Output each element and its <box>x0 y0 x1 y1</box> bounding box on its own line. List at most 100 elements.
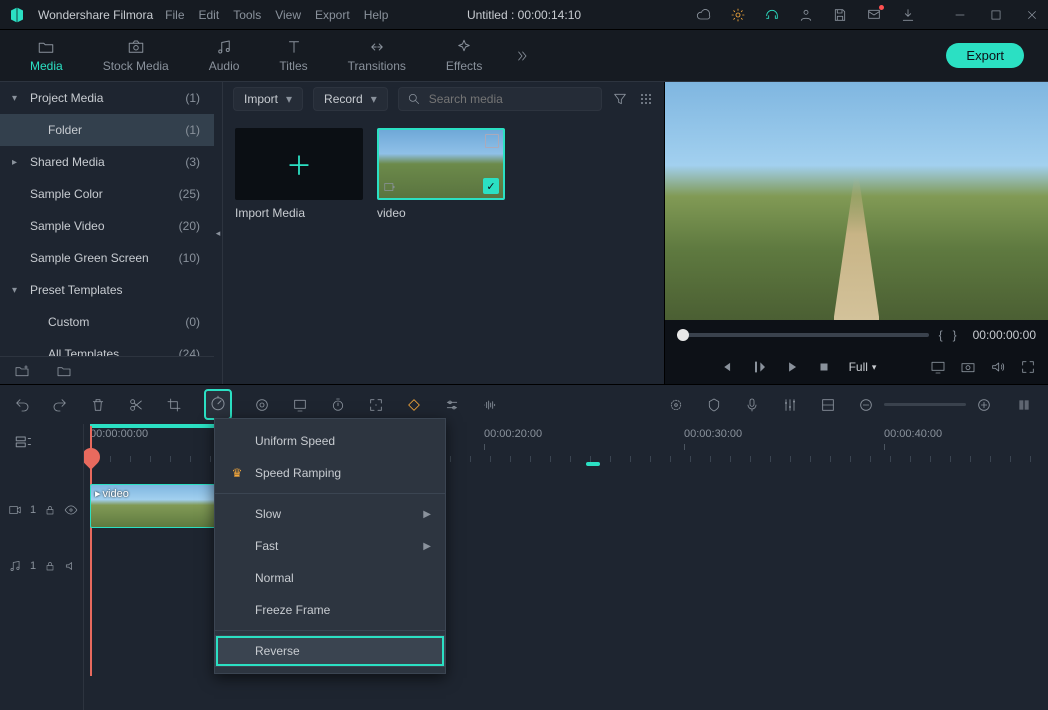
lock-icon[interactable] <box>44 560 56 572</box>
import-dropdown[interactable]: Import ▾ <box>233 87 303 111</box>
menu-view[interactable]: View <box>275 8 301 22</box>
ctx-uniform-speed[interactable]: Uniform Speed <box>215 425 445 457</box>
menu-file[interactable]: File <box>165 8 184 22</box>
save-icon[interactable] <box>832 7 848 23</box>
seek-bar[interactable] <box>677 333 929 337</box>
track-manager-icon[interactable] <box>14 434 32 452</box>
tab-transitions[interactable]: Transitions <box>328 33 426 78</box>
menu-tools[interactable]: Tools <box>233 8 261 22</box>
folder-open-icon[interactable] <box>56 363 72 379</box>
eye-icon[interactable] <box>64 503 78 517</box>
tab-titles[interactable]: Titles <box>259 33 327 78</box>
delete-icon[interactable] <box>90 397 106 413</box>
color-icon[interactable] <box>254 397 270 413</box>
sun-icon[interactable] <box>730 7 746 23</box>
chevron-down-icon: ▾ <box>872 362 877 373</box>
redo-icon[interactable] <box>52 397 68 413</box>
user-icon[interactable] <box>798 7 814 23</box>
menu-help[interactable]: Help <box>364 8 389 22</box>
seek-handle[interactable] <box>677 329 689 341</box>
adjust-icon[interactable] <box>444 397 460 413</box>
zoom-slider[interactable] <box>884 403 966 406</box>
panel-drag-handle[interactable] <box>214 82 222 384</box>
mixer-icon[interactable] <box>782 397 798 413</box>
ctx-reverse[interactable]: Reverse <box>215 635 445 667</box>
focus-icon[interactable] <box>368 397 384 413</box>
tab-media[interactable]: Media <box>10 33 83 78</box>
lib-folder[interactable]: Folder (1) <box>0 114 214 146</box>
grid-view-icon[interactable] <box>638 91 654 107</box>
mark-out-label[interactable]: } <box>953 328 957 342</box>
lib-preset[interactable]: ▾ Preset Templates <box>0 274 214 306</box>
speed-tool-button[interactable] <box>204 389 232 420</box>
lib-custom[interactable]: Custom (0) <box>0 306 214 338</box>
lib-sample-video[interactable]: Sample Video (20) <box>0 210 214 242</box>
tab-audio[interactable]: Audio <box>189 33 260 78</box>
lock-icon[interactable] <box>44 504 56 516</box>
lib-sample-color[interactable]: Sample Color (25) <box>0 178 214 210</box>
minimize-icon[interactable] <box>952 7 968 23</box>
preview-timecode: 00:00:00:00 <box>973 328 1036 342</box>
record-dropdown[interactable]: Record ▾ <box>313 87 388 111</box>
lib-all-templates[interactable]: All Templates (24) <box>0 338 214 356</box>
quality-dropdown[interactable]: Full ▾ <box>849 360 877 374</box>
mark-in-label[interactable]: { <box>939 328 943 342</box>
menu-export[interactable]: Export <box>315 8 350 22</box>
marker-icon[interactable] <box>706 397 722 413</box>
close-icon[interactable] <box>1024 7 1040 23</box>
cut-icon[interactable] <box>128 397 144 413</box>
fit-timeline-icon[interactable] <box>1014 397 1034 413</box>
speaker-icon[interactable] <box>64 559 78 573</box>
video-track-header[interactable]: 1 <box>0 482 83 538</box>
download-icon[interactable] <box>900 7 916 23</box>
screen-icon[interactable] <box>292 397 308 413</box>
prev-frame-icon[interactable] <box>719 360 733 374</box>
stop-icon[interactable] <box>817 360 831 374</box>
menu-edit[interactable]: Edit <box>199 8 220 22</box>
more-modules-icon[interactable] <box>512 48 532 64</box>
ctx-normal[interactable]: Normal <box>215 562 445 594</box>
marker-add-icon[interactable] <box>668 397 684 413</box>
zoom-in-icon[interactable] <box>976 397 992 413</box>
media-item-video[interactable]: ✓ video <box>377 128 505 220</box>
message-icon[interactable] <box>866 7 882 23</box>
keyframe-icon[interactable] <box>406 397 422 413</box>
render-icon[interactable] <box>820 397 836 413</box>
tab-stock-media[interactable]: Stock Media <box>83 33 189 78</box>
mic-icon[interactable] <box>744 397 760 413</box>
undo-icon[interactable] <box>14 397 30 413</box>
zoom-out-icon[interactable] <box>858 397 874 413</box>
maximize-icon[interactable] <box>988 7 1004 23</box>
filter-icon[interactable] <box>612 91 628 107</box>
speed-icon <box>209 394 227 412</box>
play-icon[interactable] <box>785 360 799 374</box>
export-button[interactable]: Export <box>946 43 1024 68</box>
audio-wave-icon[interactable] <box>482 397 498 413</box>
audio-track-header[interactable]: 1 <box>0 538 83 594</box>
crown-icon: ♛ <box>229 466 245 480</box>
import-media-tile[interactable]: ＋ Import Media <box>235 128 363 220</box>
ctx-slow[interactable]: Slow▶ <box>215 498 445 530</box>
ctx-speed-ramping[interactable]: ♛Speed Ramping <box>215 457 445 489</box>
timeline-clip[interactable]: ▸video <box>90 484 216 528</box>
ctx-uniform-label: Uniform Speed <box>255 434 335 448</box>
search-input[interactable] <box>427 91 593 107</box>
timer-icon[interactable] <box>330 397 346 413</box>
display-icon[interactable] <box>930 359 946 375</box>
lib-sample-green[interactable]: Sample Green Screen (10) <box>0 242 214 274</box>
headset-icon[interactable] <box>764 7 780 23</box>
preview-canvas[interactable] <box>665 82 1048 320</box>
search-media[interactable] <box>398 87 602 111</box>
ctx-freeze[interactable]: Freeze Frame <box>215 594 445 626</box>
volume-icon[interactable] <box>990 359 1006 375</box>
ctx-fast[interactable]: Fast▶ <box>215 530 445 562</box>
tab-effects[interactable]: Effects <box>426 33 502 78</box>
lib-project-media[interactable]: ▾ Project Media (1) <box>0 82 214 114</box>
fullscreen-icon[interactable] <box>1020 359 1036 375</box>
crop-icon[interactable] <box>166 397 182 413</box>
play-pause-icon[interactable] <box>751 359 767 375</box>
snapshot-icon[interactable] <box>960 359 976 375</box>
lib-shared-media[interactable]: ▸ Shared Media (3) <box>0 146 214 178</box>
cloud-icon[interactable] <box>696 7 712 23</box>
new-folder-icon[interactable] <box>14 363 30 379</box>
